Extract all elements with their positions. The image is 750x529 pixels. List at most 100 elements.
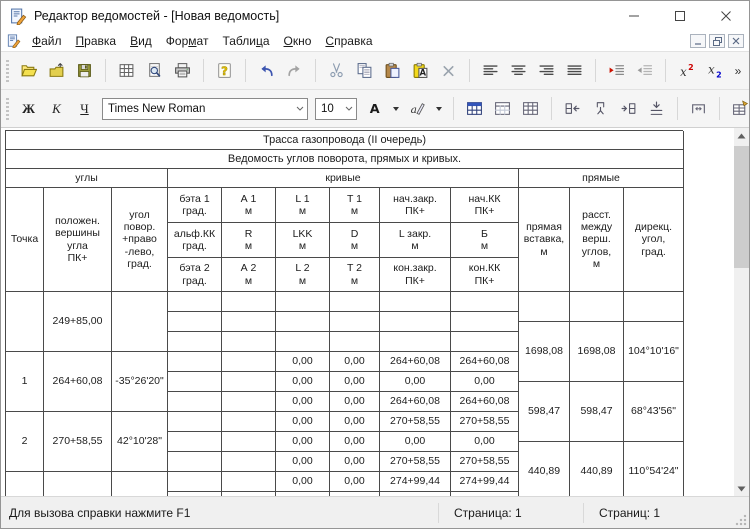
print-icon[interactable] xyxy=(169,58,196,84)
indent-icon[interactable] xyxy=(603,58,630,84)
font-name-combo[interactable]: Times New Roman xyxy=(102,98,308,120)
straight-value-cell[interactable]: 1698,08 xyxy=(570,322,624,382)
curve-value-cell[interactable]: 0,00 xyxy=(451,432,519,452)
undo-icon[interactable] xyxy=(253,58,280,84)
curve-value-cell[interactable] xyxy=(380,292,451,312)
scroll-down-icon[interactable] xyxy=(734,481,749,496)
curve-value-cell[interactable] xyxy=(330,292,380,312)
help-icon[interactable]: ? xyxy=(211,58,238,84)
close-icon[interactable] xyxy=(703,1,749,31)
column-header-cell[interactable]: положен. вершины угла ПК+ xyxy=(44,188,112,292)
maximize-icon[interactable] xyxy=(657,1,703,31)
straight-value-cell[interactable] xyxy=(624,292,684,322)
mdi-close-icon[interactable] xyxy=(728,34,744,48)
curve-value-cell[interactable]: 270+58,55 xyxy=(380,452,451,472)
column-header-cell[interactable]: Б м xyxy=(451,223,519,258)
merge-cells-right-icon[interactable] xyxy=(615,96,642,122)
curve-value-cell[interactable] xyxy=(168,452,222,472)
curve-value-cell[interactable]: 0,00 xyxy=(330,392,380,412)
curve-value-cell[interactable] xyxy=(168,432,222,452)
column-header-cell[interactable]: L 1 м xyxy=(276,188,330,223)
curve-value-cell[interactable] xyxy=(222,372,276,392)
paste-special-icon[interactable]: A xyxy=(407,58,434,84)
point-cell[interactable]: 2 xyxy=(6,412,44,472)
folder-arrow-icon[interactable] xyxy=(43,58,70,84)
title-cell[interactable]: Трасса газопровода (II очередь) xyxy=(6,131,684,150)
straight-value-cell[interactable]: 440,89 xyxy=(519,442,570,496)
more-buttons-icon[interactable]: » xyxy=(729,58,747,84)
curve-value-cell[interactable] xyxy=(276,292,330,312)
curve-value-cell[interactable] xyxy=(222,432,276,452)
curve-value-cell[interactable] xyxy=(380,312,451,332)
delete-icon[interactable] xyxy=(435,58,462,84)
vertex-cell[interactable]: 264+60,08 xyxy=(44,352,112,412)
column-header-cell[interactable]: L закр. м xyxy=(380,223,451,258)
curve-value-cell[interactable] xyxy=(276,312,330,332)
curve-value-cell[interactable] xyxy=(451,312,519,332)
point-cell[interactable]: 1 xyxy=(6,352,44,412)
curve-value-cell[interactable]: 270+58,55 xyxy=(380,412,451,432)
open-file-icon[interactable] xyxy=(15,58,42,84)
curve-value-cell[interactable]: 0,00 xyxy=(330,472,380,492)
chevron-down-icon[interactable] xyxy=(432,96,446,122)
straight-value-cell[interactable]: 598,47 xyxy=(519,382,570,442)
vertical-scrollbar[interactable] xyxy=(734,128,749,496)
curve-value-cell[interactable] xyxy=(222,412,276,432)
save-icon[interactable] xyxy=(71,58,98,84)
curve-value-cell[interactable]: 0,00 xyxy=(451,372,519,392)
column-header-cell[interactable]: А 2 м xyxy=(222,258,276,292)
curve-value-cell[interactable]: 264+60,08 xyxy=(380,392,451,412)
turn-angle-cell[interactable] xyxy=(112,472,168,496)
straight-value-cell[interactable]: 104°10'16" xyxy=(624,322,684,382)
column-header-cell[interactable]: А 1 м xyxy=(222,188,276,223)
menu-item-5[interactable]: Таблица xyxy=(215,33,276,49)
curve-value-cell[interactable] xyxy=(380,332,451,352)
font-color-icon[interactable]: A xyxy=(361,96,388,122)
curve-value-cell[interactable]: 0,00 xyxy=(276,472,330,492)
curve-value-cell[interactable] xyxy=(168,352,222,372)
curve-value-cell[interactable]: 270+58,55 xyxy=(451,412,519,432)
curve-value-cell[interactable]: 274+99,44 xyxy=(451,472,519,492)
redo-icon[interactable] xyxy=(281,58,308,84)
curve-value-cell[interactable]: 0,00 xyxy=(380,372,451,392)
straight-value-cell[interactable] xyxy=(519,292,570,322)
column-header-cell[interactable]: угол повор. +право -лево, град. xyxy=(112,188,168,292)
menu-item-3[interactable]: Вид xyxy=(123,33,159,49)
column-header-cell[interactable]: D м xyxy=(330,223,380,258)
menu-item-6[interactable]: Окно xyxy=(277,33,319,49)
toolbar-grip[interactable] xyxy=(6,60,9,82)
menu-item-4[interactable]: Формат xyxy=(159,33,216,49)
align-right-icon[interactable] xyxy=(533,58,560,84)
column-header-cell[interactable]: кон.закр. ПК+ xyxy=(380,258,451,292)
curve-value-cell[interactable]: 264+60,08 xyxy=(451,392,519,412)
curve-value-cell[interactable]: 270+58,55 xyxy=(451,452,519,472)
curve-value-cell[interactable] xyxy=(330,332,380,352)
scroll-up-icon[interactable] xyxy=(734,128,749,143)
insert-table-icon[interactable] xyxy=(461,96,488,122)
column-header-cell[interactable]: T 1 м xyxy=(330,188,380,223)
vertex-cell[interactable] xyxy=(44,472,112,496)
underline-button[interactable]: Ч xyxy=(71,96,98,122)
curve-value-cell[interactable]: 0,00 xyxy=(276,412,330,432)
column-header-cell[interactable]: расст. между верш. углов, м xyxy=(570,188,624,292)
scrollbar-thumb[interactable] xyxy=(734,146,749,268)
curve-value-cell[interactable] xyxy=(168,412,222,432)
print-preview-icon[interactable] xyxy=(141,58,168,84)
column-header-cell[interactable]: T 2 м xyxy=(330,258,380,292)
curve-value-cell[interactable] xyxy=(168,332,222,352)
mdi-restore-icon[interactable] xyxy=(709,34,725,48)
curve-value-cell[interactable] xyxy=(451,332,519,352)
curve-value-cell[interactable]: 0,00 xyxy=(276,352,330,372)
column-header-cell[interactable]: нач.КК ПК+ xyxy=(451,188,519,223)
highlight-icon[interactable]: a xyxy=(404,96,431,122)
curve-value-cell[interactable]: 0,00 xyxy=(380,432,451,452)
column-header-cell[interactable]: бэта 2 град. xyxy=(168,258,222,292)
curve-value-cell[interactable]: 264+60,08 xyxy=(451,352,519,372)
straight-value-cell[interactable]: 68°43'56" xyxy=(624,382,684,442)
split-cells-icon[interactable] xyxy=(587,96,614,122)
bold-button[interactable]: Ж xyxy=(15,96,42,122)
column-header-cell[interactable]: нач.закр. ПК+ xyxy=(380,188,451,223)
curve-value-cell[interactable] xyxy=(222,392,276,412)
curve-value-cell[interactable]: 0,00 xyxy=(276,432,330,452)
align-justify-icon[interactable] xyxy=(561,58,588,84)
